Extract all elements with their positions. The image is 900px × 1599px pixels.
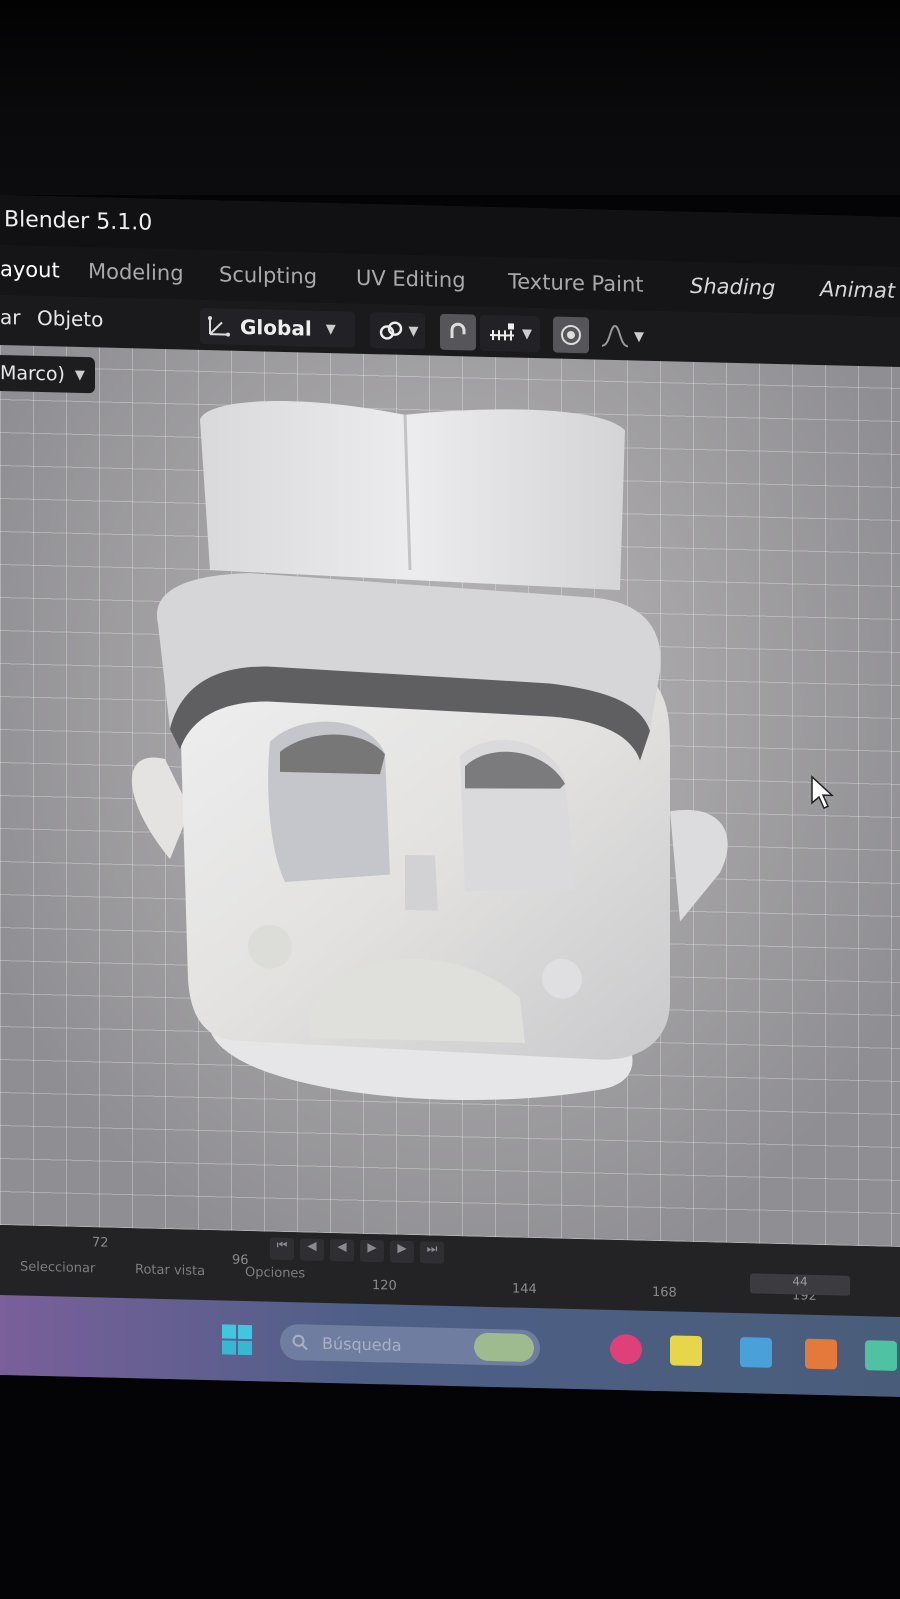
- jump-start-icon[interactable]: ⏮: [270, 1237, 294, 1261]
- chevron-down-icon: ▼: [634, 328, 644, 345]
- falloff-dropdown[interactable]: ▼: [596, 318, 648, 355]
- app-icon[interactable]: [740, 1337, 772, 1368]
- falloff-curve-icon: [600, 324, 630, 349]
- frame-tick: 168: [652, 1284, 677, 1301]
- play-reverse-icon[interactable]: ◀: [330, 1239, 354, 1262]
- play-icon[interactable]: ▶: [360, 1239, 384, 1263]
- sculpted-head-model[interactable]: [120, 388, 760, 1124]
- 3d-viewport[interactable]: Marco) ▼: [0, 345, 900, 1247]
- chevron-down-icon: ▼: [74, 367, 85, 383]
- tab-animation[interactable]: Animat: [820, 277, 895, 303]
- menu-object[interactable]: Objeto: [37, 306, 103, 332]
- tab-layout[interactable]: ayout: [0, 257, 60, 282]
- transform-orientation-dropdown[interactable]: Global ▼: [200, 307, 355, 348]
- search-highlight-image: [474, 1332, 534, 1363]
- tab-sculpting[interactable]: Sculpting: [219, 262, 317, 288]
- window-title: Blender 5.1.0: [4, 207, 153, 236]
- chevron-down-icon: ▼: [325, 321, 336, 337]
- tab-uv-editing[interactable]: UV Editing: [356, 266, 466, 293]
- chevron-down-icon: ▼: [408, 323, 419, 339]
- proportional-editing-icon: [559, 323, 583, 348]
- magnet-icon: [446, 320, 470, 345]
- frame-tick: 72: [92, 1235, 109, 1251]
- proportional-editing-toggle[interactable]: [553, 316, 589, 354]
- app-icon[interactable]: [610, 1333, 642, 1365]
- link-icon: [377, 318, 405, 343]
- snap-toggle[interactable]: [440, 313, 476, 351]
- jump-end-icon[interactable]: ⏭: [420, 1241, 444, 1264]
- snap-target-dropdown[interactable]: ▼: [480, 314, 540, 353]
- blender-window: Blender 5.1.0 ayout Modeling Sculpting U…: [0, 195, 900, 1397]
- app-icon[interactable]: [805, 1338, 837, 1370]
- frame-tick: 120: [372, 1278, 397, 1294]
- tab-modeling[interactable]: Modeling: [88, 259, 184, 285]
- taskbar-search[interactable]: Búsqueda: [280, 1323, 540, 1367]
- search-placeholder: Búsqueda: [322, 1333, 402, 1355]
- app-icon[interactable]: [865, 1340, 897, 1371]
- status-options: Opciones: [245, 1264, 306, 1282]
- prev-keyframe-icon[interactable]: ◀: [300, 1238, 324, 1261]
- mouse-cursor-icon: [811, 775, 834, 810]
- orientation-label: Global: [240, 314, 312, 341]
- file-explorer-icon[interactable]: [670, 1335, 702, 1367]
- tab-shading[interactable]: Shading: [690, 274, 775, 300]
- tab-texture-paint[interactable]: Texture Paint: [508, 269, 644, 296]
- playback-controls: ⏮ ◀ ◀ ▶ ▶ ⏭: [270, 1237, 444, 1264]
- frame-tick: 96: [232, 1252, 249, 1269]
- search-icon: [292, 1334, 308, 1351]
- collection-selector[interactable]: Marco) ▼: [0, 355, 95, 394]
- snap-increment-icon: [488, 321, 518, 346]
- pivot-point-dropdown[interactable]: ▼: [370, 312, 425, 350]
- menu-add[interactable]: ar: [0, 305, 20, 330]
- status-rotate-view: Rotar vista: [135, 1262, 206, 1280]
- orientation-icon: [206, 314, 232, 339]
- collection-label: Marco): [0, 362, 65, 386]
- current-frame-field[interactable]: 44: [750, 1273, 850, 1296]
- chevron-down-icon: ▼: [522, 326, 532, 342]
- status-select: Seleccionar: [20, 1259, 96, 1277]
- next-keyframe-icon[interactable]: ▶: [390, 1240, 414, 1264]
- windows-start-icon[interactable]: [222, 1324, 252, 1356]
- frame-tick: 144: [512, 1281, 537, 1298]
- monitor-bezel: [0, 0, 900, 195]
